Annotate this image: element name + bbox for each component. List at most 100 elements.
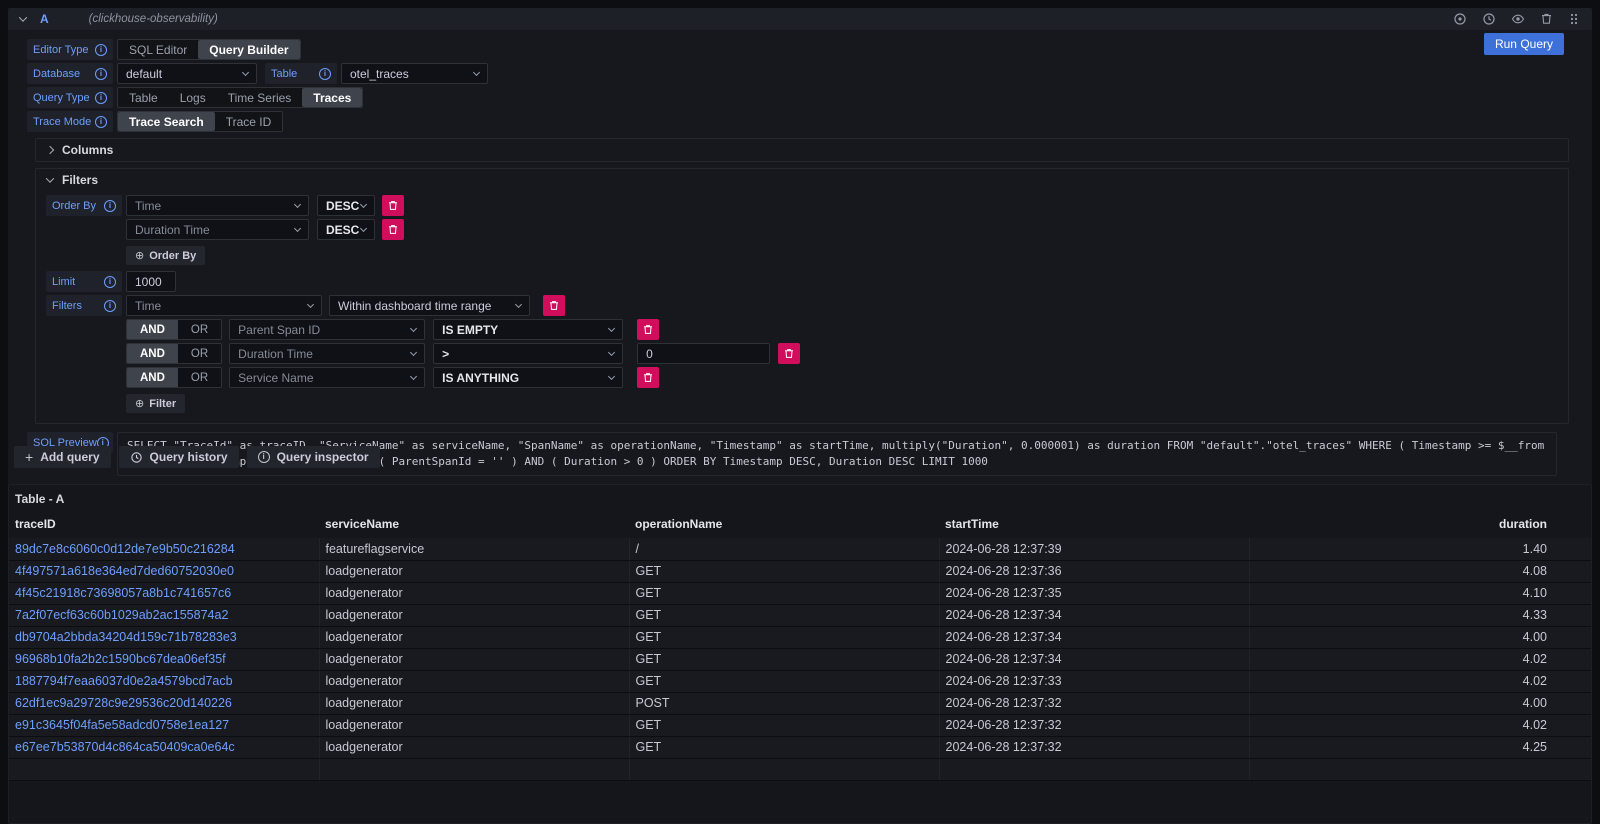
option-time-series[interactable]: Time Series [217, 88, 303, 107]
option-query-builder[interactable]: Query Builder [198, 40, 299, 59]
columns-section-header[interactable]: Columns [36, 139, 1568, 161]
table-cell-operationname: GET [629, 670, 939, 692]
query-history-button[interactable]: Query history [119, 446, 239, 468]
trace-table: traceID serviceName operationName startT… [9, 513, 1591, 781]
column-header-servicename[interactable]: serviceName [319, 513, 629, 538]
trash-icon[interactable] [637, 367, 659, 388]
trace-link[interactable]: 7a2f07ecf63c60b1029ab2ac155874a2 [15, 608, 228, 622]
filter-operator-select[interactable]: IS EMPTY [433, 319, 623, 340]
option-and[interactable]: AND [127, 320, 178, 339]
collapse-chevron-icon[interactable] [19, 13, 27, 21]
chevron-down-icon [294, 224, 301, 231]
trace-link[interactable]: 96968b10fa2b2c1590bc67dea06ef35f [15, 652, 226, 666]
filter-field-select[interactable]: Parent Span ID [229, 319, 425, 340]
trash-icon[interactable] [778, 343, 800, 364]
table-cell-starttime [939, 758, 1249, 780]
column-header-traceid[interactable]: traceID [9, 513, 319, 538]
table-cell-servicename: loadgenerator [319, 670, 629, 692]
table-panel: Table - A traceID serviceName operationN… [8, 484, 1592, 824]
filter-field-select[interactable]: Time [126, 295, 322, 316]
order-by-field-select[interactable]: Time [126, 195, 309, 216]
trace-link[interactable]: 1887794f7eaa6037d0e2a4579bcd7acb [15, 674, 233, 688]
table-cell-duration: 4.00 [1249, 692, 1591, 714]
option-and[interactable]: AND [127, 344, 178, 363]
filter-operator-select[interactable]: IS ANYTHING [433, 367, 623, 388]
table-cell-servicename: loadgenerator [319, 582, 629, 604]
order-by-direction-select[interactable]: DESC [317, 195, 375, 216]
option-and[interactable]: AND [127, 368, 178, 387]
history-icon[interactable] [1482, 12, 1496, 26]
table-cell-servicename: loadgenerator [319, 560, 629, 582]
limit-input[interactable] [126, 271, 176, 292]
filters-section-header[interactable]: Filters [36, 169, 1568, 191]
info-icon[interactable] [95, 92, 107, 104]
chevron-down-icon [360, 200, 367, 207]
add-order-by-button[interactable]: Order By [126, 246, 205, 265]
info-icon[interactable] [104, 276, 116, 288]
info-icon[interactable] [95, 68, 107, 80]
trash-icon[interactable] [382, 219, 404, 240]
table-select[interactable]: otel_traces [341, 63, 488, 84]
info-icon[interactable] [319, 68, 331, 80]
table-cell-operationname: GET [629, 604, 939, 626]
info-icon[interactable] [104, 300, 116, 312]
table-cell-duration: 4.10 [1249, 582, 1591, 604]
trace-link[interactable]: db9704a2bbda34204d159c71b78283e3 [15, 630, 237, 644]
table-cell-starttime: 2024-06-28 12:37:33 [939, 670, 1249, 692]
eye-icon[interactable] [1511, 12, 1525, 26]
option-or[interactable]: OR [178, 368, 221, 387]
filter-value-input[interactable] [637, 343, 770, 364]
database-select[interactable]: default [117, 63, 257, 84]
chevron-down-icon [294, 200, 301, 207]
info-icon[interactable] [95, 44, 107, 56]
chevron-down-icon [46, 174, 54, 182]
trash-icon[interactable] [637, 319, 659, 340]
trace-link[interactable]: 62df1ec9a29728c9e29536c20d140226 [15, 696, 232, 710]
table-row: 89dc7e8c6060c0d12de7e9b50c216284featuref… [9, 538, 1591, 560]
order-by-direction-select[interactable]: DESC [317, 219, 375, 240]
query-inspector-button[interactable]: Query inspector [247, 446, 380, 468]
table-row: 4f497571a618e364ed7ded60752030e0 loadgene… [9, 560, 1591, 582]
add-query-button[interactable]: + Add query [14, 446, 111, 468]
table-cell-starttime: 2024-06-28 12:37:32 [939, 692, 1249, 714]
option-or[interactable]: OR [178, 344, 221, 363]
chevron-right-icon [46, 146, 54, 154]
column-header-operationname[interactable]: operationName [629, 513, 939, 538]
table-cell-operationname: POST [629, 692, 939, 714]
filter-operator-select[interactable]: > [433, 343, 623, 364]
column-header-starttime[interactable]: startTime [939, 513, 1249, 538]
trace-link[interactable]: e67ee7b53870d4c864ca50409ca0e64c [15, 740, 235, 754]
option-trace-search[interactable]: Trace Search [118, 112, 215, 131]
filter-field-select[interactable]: Duration Time [229, 343, 425, 364]
table-cell-servicename: loadgenerator [319, 648, 629, 670]
trash-icon[interactable] [1540, 12, 1553, 26]
trace-link[interactable]: 89dc7e8c6060c0d12de7e9b50c216284 [15, 542, 235, 556]
record-icon[interactable] [1453, 12, 1467, 26]
info-icon[interactable] [104, 200, 116, 212]
table-cell-starttime: 2024-06-28 12:37:32 [939, 736, 1249, 758]
info-icon[interactable] [95, 116, 107, 128]
table-cell-traceid: e91c3645f04fa5e58adcd0758e1ea127 [9, 714, 319, 736]
add-filter-button[interactable]: Filter [126, 394, 185, 413]
option-trace-id[interactable]: Trace ID [215, 112, 283, 131]
drag-handle[interactable] [1568, 12, 1580, 26]
option-table[interactable]: Table [118, 88, 169, 107]
run-query-button[interactable]: Run Query [1484, 33, 1564, 55]
column-header-duration[interactable]: duration [1249, 513, 1591, 538]
option-or[interactable]: OR [178, 320, 221, 339]
table-cell-starttime: 2024-06-28 12:37:34 [939, 648, 1249, 670]
trace-link[interactable]: e91c3645f04fa5e58adcd0758e1ea127 [15, 718, 229, 732]
option-logs[interactable]: Logs [169, 88, 217, 107]
option-sql-editor[interactable]: SQL Editor [118, 40, 198, 59]
time-range-select[interactable]: Within dashboard time range [329, 295, 530, 316]
editor-type-row: Editor Type SQL Editor Query Builder [27, 39, 1569, 60]
trace-link[interactable]: 4f497571a618e364ed7ded60752030e0 [15, 564, 234, 578]
trace-link[interactable]: 4f45c21918c73698057a8b1c741657c6 [15, 586, 231, 600]
trash-icon[interactable] [382, 195, 404, 216]
chevron-down-icon [608, 324, 615, 331]
option-traces[interactable]: Traces [302, 88, 362, 107]
filter-field-select[interactable]: Service Name [229, 367, 425, 388]
table-cell-operationname: GET [629, 582, 939, 604]
trash-icon[interactable] [543, 295, 565, 316]
order-by-field-select[interactable]: Duration Time [126, 219, 309, 240]
